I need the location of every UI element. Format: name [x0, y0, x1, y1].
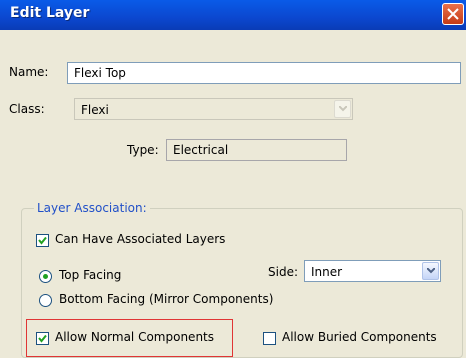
allow-buried-label: Allow Buried Components: [282, 330, 437, 344]
top-facing-radio[interactable]: [39, 270, 52, 283]
bottom-facing-radio[interactable]: [39, 294, 52, 307]
name-input-value: Flexi Top: [74, 66, 126, 80]
type-label: Type:: [127, 143, 159, 157]
window-title: Edit Layer: [10, 5, 90, 21]
class-label: Class:: [9, 102, 45, 116]
top-facing-label: Top Facing: [59, 268, 122, 282]
close-button[interactable]: [442, 3, 464, 25]
name-label: Name:: [9, 65, 49, 79]
dialog-body: Name: Flexi Top Class: Flexi Type: Elect…: [0, 30, 466, 358]
edit-layer-dialog: Edit Layer Name: Flexi Top Class: Flexi …: [0, 0, 466, 358]
allow-buried-checkbox[interactable]: [263, 332, 276, 345]
layer-association-title: Layer Association:: [34, 201, 150, 215]
highlight-box: [26, 319, 233, 357]
type-value: Electrical: [173, 143, 229, 157]
side-label: Side:: [268, 265, 298, 279]
chevron-down-icon[interactable]: [422, 262, 439, 280]
chevron-down-icon: [334, 100, 351, 118]
name-input[interactable]: Flexi Top: [67, 62, 461, 84]
type-field: Electrical: [166, 139, 347, 161]
class-select[interactable]: Flexi: [74, 98, 353, 120]
side-select-value: Inner: [311, 265, 343, 279]
radio-selected-dot: [43, 274, 48, 279]
title-bar[interactable]: Edit Layer: [0, 0, 466, 31]
can-have-associated-checkbox[interactable]: [36, 234, 49, 247]
bottom-facing-label: Bottom Facing (Mirror Components): [59, 292, 274, 306]
side-select[interactable]: Inner: [304, 260, 441, 282]
can-have-associated-label: Can Have Associated Layers: [55, 232, 226, 246]
class-select-value: Flexi: [81, 103, 109, 117]
